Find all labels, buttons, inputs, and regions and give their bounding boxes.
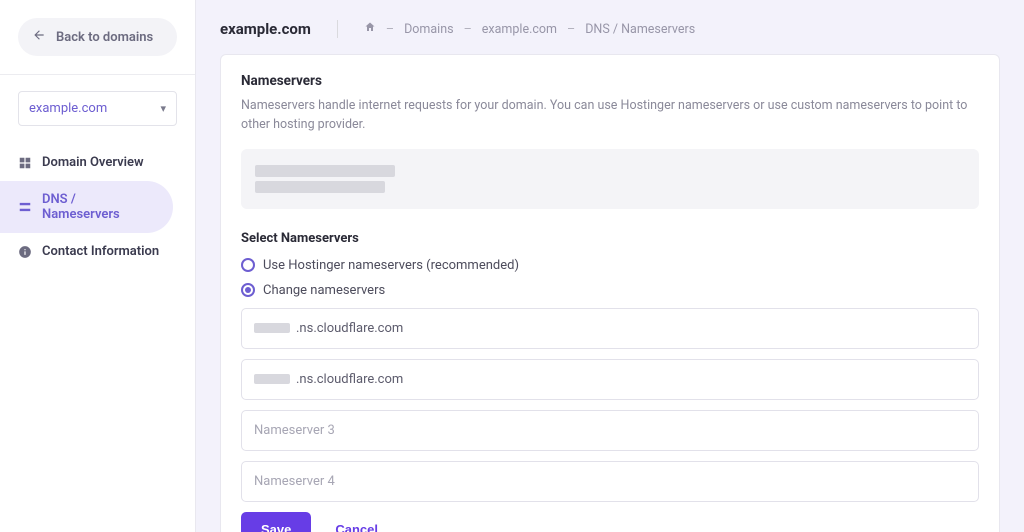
ns-placeholder: Nameserver 4: [254, 474, 335, 489]
nameserver-1-input[interactable]: .ns.cloudflare.com: [241, 308, 979, 349]
dns-icon: [18, 200, 32, 214]
back-to-domains-button[interactable]: Back to domains: [18, 18, 177, 56]
radio-label: Change nameservers: [263, 283, 385, 298]
masked-nameserver-line: [255, 181, 385, 193]
nameserver-4-input[interactable]: Nameserver 4: [241, 461, 979, 502]
breadcrumb-sep: –: [567, 22, 575, 37]
arrow-left-icon: [32, 28, 46, 46]
masked-prefix: [254, 323, 290, 333]
radio-change-nameservers[interactable]: Change nameservers: [241, 283, 979, 298]
domain-select[interactable]: example.com ▾: [18, 91, 177, 126]
back-label: Back to domains: [56, 30, 153, 45]
sidebar: Back to domains example.com ▾ Domain Ove…: [0, 0, 196, 532]
breadcrumb-domain[interactable]: example.com: [482, 22, 557, 37]
card-title: Nameservers: [241, 73, 979, 89]
radio-label: Use Hostinger nameservers (recommended): [263, 258, 519, 273]
divider: [0, 74, 195, 75]
cancel-button[interactable]: Cancel: [335, 522, 378, 532]
radio-icon: [241, 283, 255, 297]
masked-prefix: [254, 374, 290, 384]
radio-use-hostinger[interactable]: Use Hostinger nameservers (recommended): [241, 258, 979, 273]
selected-domain: example.com: [29, 101, 107, 116]
main-content: example.com – Domains – example.com – DN…: [196, 0, 1024, 532]
select-nameservers-title: Select Nameservers: [241, 231, 979, 246]
separator: [337, 20, 338, 38]
home-icon[interactable]: [364, 21, 376, 37]
chevron-down-icon: ▾: [160, 102, 166, 115]
topbar: example.com – Domains – example.com – DN…: [220, 20, 1000, 38]
nameservers-card: Nameservers Nameservers handle internet …: [220, 54, 1000, 532]
nameserver-3-input[interactable]: Nameserver 3: [241, 410, 979, 451]
ns-suffix: .ns.cloudflare.com: [296, 372, 403, 387]
breadcrumb-sep: –: [464, 22, 472, 37]
masked-nameserver-line: [255, 165, 395, 177]
nameserver-2-input[interactable]: .ns.cloudflare.com: [241, 359, 979, 400]
info-icon: [18, 245, 32, 259]
actions-row: Save Cancel: [241, 512, 979, 532]
breadcrumb-sep: –: [386, 22, 394, 37]
breadcrumb-page: DNS / Nameservers: [585, 22, 695, 37]
ns-placeholder: Nameserver 3: [254, 423, 335, 438]
sidebar-item-domain-overview[interactable]: Domain Overview: [0, 144, 195, 181]
page-title: example.com: [220, 20, 311, 38]
breadcrumb-domains[interactable]: Domains: [404, 22, 454, 37]
sidebar-item-dns-nameservers[interactable]: DNS / Nameservers: [0, 181, 173, 233]
current-nameservers-box: [241, 149, 979, 209]
ns-suffix: .ns.cloudflare.com: [296, 321, 403, 336]
save-button[interactable]: Save: [241, 512, 311, 532]
breadcrumb: – Domains – example.com – DNS / Nameserv…: [364, 21, 695, 37]
grid-icon: [18, 156, 32, 170]
radio-icon: [241, 258, 255, 272]
sidebar-item-label: Contact Information: [42, 244, 159, 259]
sidebar-item-label: DNS / Nameservers: [42, 192, 155, 222]
card-description: Nameservers handle internet requests for…: [241, 97, 979, 135]
sidebar-item-contact-information[interactable]: Contact Information: [0, 233, 195, 270]
sidebar-item-label: Domain Overview: [42, 155, 144, 170]
